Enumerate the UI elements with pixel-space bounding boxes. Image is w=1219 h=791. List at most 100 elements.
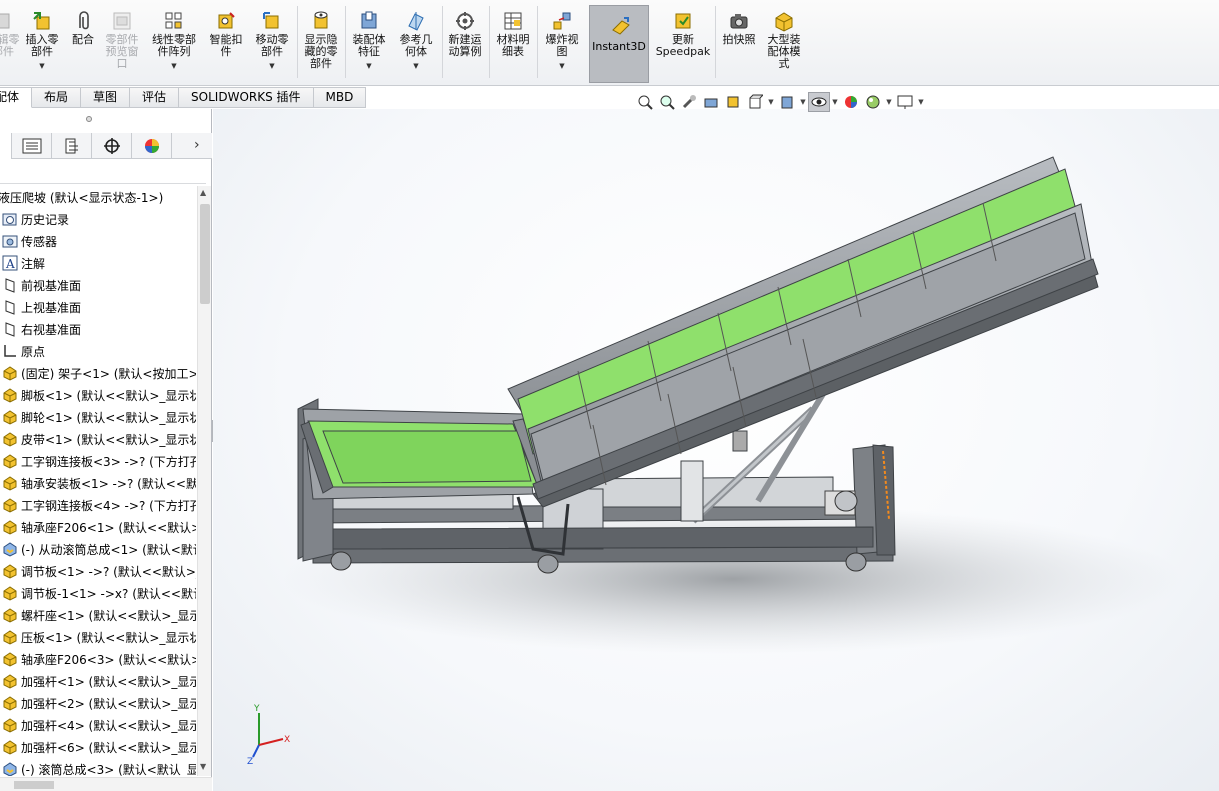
part-icon <box>2 453 18 469</box>
tree-item[interactable]: (固定) 架子<1> (默认<按加工> <box>0 362 196 384</box>
panel-grip-handle[interactable] <box>86 116 92 122</box>
dynamic-annotation-button[interactable] <box>722 92 744 112</box>
scroll-thumb[interactable] <box>200 204 210 304</box>
zoom-to-fit-button[interactable] <box>634 92 656 112</box>
exploded-view-button[interactable]: 爆炸视 图 ▼ <box>540 4 584 72</box>
linear-pattern-button[interactable]: 线性零部 件阵列 ▼ <box>148 4 200 72</box>
hide-show-items-button[interactable] <box>808 92 830 112</box>
tree-item[interactable]: 历史记录 <box>0 208 196 230</box>
assembly-features-button[interactable]: 装配体 特征 ▼ <box>348 4 390 72</box>
conveyor-model[interactable]: Y X Z <box>213 109 1219 791</box>
instant3d-button[interactable]: Instant3D <box>589 5 649 83</box>
graphics-area[interactable]: Y X Z <box>213 109 1219 791</box>
insert-component-button[interactable]: 插入零 部件 ▼ <box>22 4 62 72</box>
dropdown-arrow-icon[interactable]: ▼ <box>884 98 894 106</box>
dropdown-arrow-icon[interactable]: ▼ <box>39 60 44 72</box>
tree-filter-bar[interactable] <box>0 160 206 184</box>
tab-sketch[interactable]: 草图 <box>81 87 131 108</box>
tab-property-manager[interactable] <box>12 133 52 159</box>
section-view-button[interactable] <box>700 92 722 112</box>
tree-item[interactable]: (-) 从动滚筒总成<1> (默认<默认 <box>0 538 196 560</box>
tree-item[interactable]: 脚轮<1> (默认<<默认>_显示状 <box>0 406 196 428</box>
view-orientation-button[interactable] <box>744 92 766 112</box>
scene-icon <box>866 95 880 109</box>
take-snapshot-button[interactable]: 拍快照 <box>718 4 760 46</box>
edit-appearance-button[interactable] <box>840 92 862 112</box>
tree-item[interactable]: 螺杆座<1> (默认<<默认>_显示 <box>0 604 196 626</box>
tree-item-label: 加强杆<2> (默认<<默认>_显示 <box>21 696 196 711</box>
tab-solidworks-addins[interactable]: SOLIDWORKS 插件 <box>179 87 314 108</box>
tree-item-label: (-) 滚筒总成<3> (默认<默认_显 <box>21 762 196 777</box>
dropdown-arrow-icon[interactable]: ▼ <box>413 60 418 72</box>
tree-item[interactable]: 压板<1> (默认<<默认>_显示状 <box>0 626 196 648</box>
new-motion-study-button[interactable]: 新建运 动算例 <box>444 4 486 58</box>
view-settings-button[interactable] <box>894 92 916 112</box>
previous-view-icon <box>682 95 696 109</box>
tree-item[interactable]: 加强杆<1> (默认<<默认>_显示 <box>0 670 196 692</box>
tree-item-label: 皮带<1> (默认<<默认>_显示状 <box>21 432 196 447</box>
dropdown-arrow-icon[interactable]: ▼ <box>269 60 274 72</box>
zoom-to-area-button[interactable] <box>656 92 678 112</box>
update-speedpak-button[interactable]: 更新 Speedpak <box>654 4 712 58</box>
tree-item[interactable]: 前视基准面 <box>0 274 196 296</box>
dropdown-arrow-icon[interactable]: ▼ <box>366 60 371 72</box>
tab-dimxpert-manager[interactable] <box>92 133 132 159</box>
previous-view-button[interactable] <box>678 92 700 112</box>
tree-vertical-scrollbar[interactable]: ▲ ▼ <box>197 186 211 776</box>
tree-item[interactable]: 工字钢连接板<3> ->? (下方打孔 <box>0 450 196 472</box>
scroll-up-arrow-icon[interactable]: ▲ <box>200 188 206 197</box>
tree-item[interactable]: 右视基准面 <box>0 318 196 340</box>
inclined-conveyor-section <box>507 156 1099 508</box>
tab-layout[interactable]: 布局 <box>32 87 82 108</box>
solidworks-window: { "ribbon": { "buttons": [ {"id": "edit-… <box>0 0 1219 791</box>
tree-item[interactable]: 原点 <box>0 340 196 362</box>
tree-root-assembly[interactable]: 液压爬坡 (默认<显示状态-1>) <box>0 186 196 208</box>
dropdown-arrow-icon[interactable]: ▼ <box>171 60 176 72</box>
tab-configuration-manager[interactable] <box>52 133 92 159</box>
move-component-button[interactable]: 移动零 部件 ▼ <box>252 4 292 72</box>
edit-component-button[interactable]: 编辑零 部件 <box>0 4 20 58</box>
chevron-right-icon[interactable]: › <box>194 137 200 153</box>
tree-item[interactable]: 调节板<1> ->? (默认<<默认>_ <box>0 560 196 582</box>
tree-item[interactable]: 皮带<1> (默认<<默认>_显示状 <box>0 428 196 450</box>
scroll-thumb[interactable] <box>14 781 54 789</box>
display-style-button[interactable] <box>776 92 798 112</box>
scroll-down-arrow-icon[interactable]: ▼ <box>200 762 206 771</box>
tab-display-manager[interactable] <box>132 133 172 159</box>
dropdown-arrow-icon[interactable]: ▼ <box>766 98 776 106</box>
reference-geometry-button[interactable]: 参考几 何体 ▼ <box>394 4 438 72</box>
zoom-area-icon <box>660 95 675 110</box>
large-assembly-mode-button[interactable]: 大型装 配体模 式 <box>762 4 806 70</box>
tree-item[interactable]: 工字钢连接板<4> ->? (下方打孔 <box>0 494 196 516</box>
tab-feature-manager[interactable] <box>0 133 12 159</box>
tree-item[interactable]: 加强杆<4> (默认<<默认>_显示 <box>0 714 196 736</box>
tree-item[interactable]: 轴承安装板<1> ->? (默认<<默认 <box>0 472 196 494</box>
tree-item[interactable]: 传感器 <box>0 230 196 252</box>
tree-item[interactable]: 调节板-1<1> ->x? (默认<<默认 <box>0 582 196 604</box>
tree-item-label: 上视基准面 <box>21 300 82 315</box>
tab-assembly[interactable]: 装配体 <box>0 87 32 108</box>
dropdown-arrow-icon[interactable]: ▼ <box>830 98 840 106</box>
dropdown-arrow-icon[interactable]: ▼ <box>798 98 808 106</box>
tree-item[interactable]: 轴承座F206<1> (默认<<默认>_ <box>0 516 196 538</box>
tree-item[interactable]: (-) 滚筒总成<3> (默认<默认_显 <box>0 758 196 776</box>
component-preview-button[interactable]: 零部件 预览窗 口 <box>102 4 142 70</box>
tab-evaluate[interactable]: 评估 <box>130 87 180 108</box>
tree-item[interactable]: 轴承座F206<3> (默认<<默认>_ <box>0 648 196 670</box>
tree-item[interactable]: A 注解 <box>0 252 196 274</box>
tree-item[interactable]: 脚板<1> (默认<<默认>_显示状 <box>0 384 196 406</box>
smart-fasteners-button[interactable]: 智能扣 件 <box>206 4 246 58</box>
tree-item[interactable]: 加强杆<6> (默认<<默认>_显示 <box>0 736 196 758</box>
show-hidden-components-button[interactable]: 显示隐 藏的零 部件 <box>300 4 342 70</box>
tab-mbd[interactable]: MBD <box>313 87 367 108</box>
tree-horizontal-scrollbar[interactable] <box>0 777 212 791</box>
bill-of-materials-button[interactable]: 材料明 细表 <box>492 4 534 58</box>
speedpak-icon <box>675 13 691 29</box>
apply-scene-button[interactable] <box>862 92 884 112</box>
mate-button[interactable]: 配合 <box>68 4 98 46</box>
dropdown-arrow-icon[interactable]: ▼ <box>559 60 564 72</box>
tree-item[interactable]: 上视基准面 <box>0 296 196 318</box>
exploded-view-icon <box>553 12 571 30</box>
dropdown-arrow-icon[interactable]: ▼ <box>916 98 926 106</box>
tree-item[interactable]: 加强杆<2> (默认<<默认>_显示 <box>0 692 196 714</box>
